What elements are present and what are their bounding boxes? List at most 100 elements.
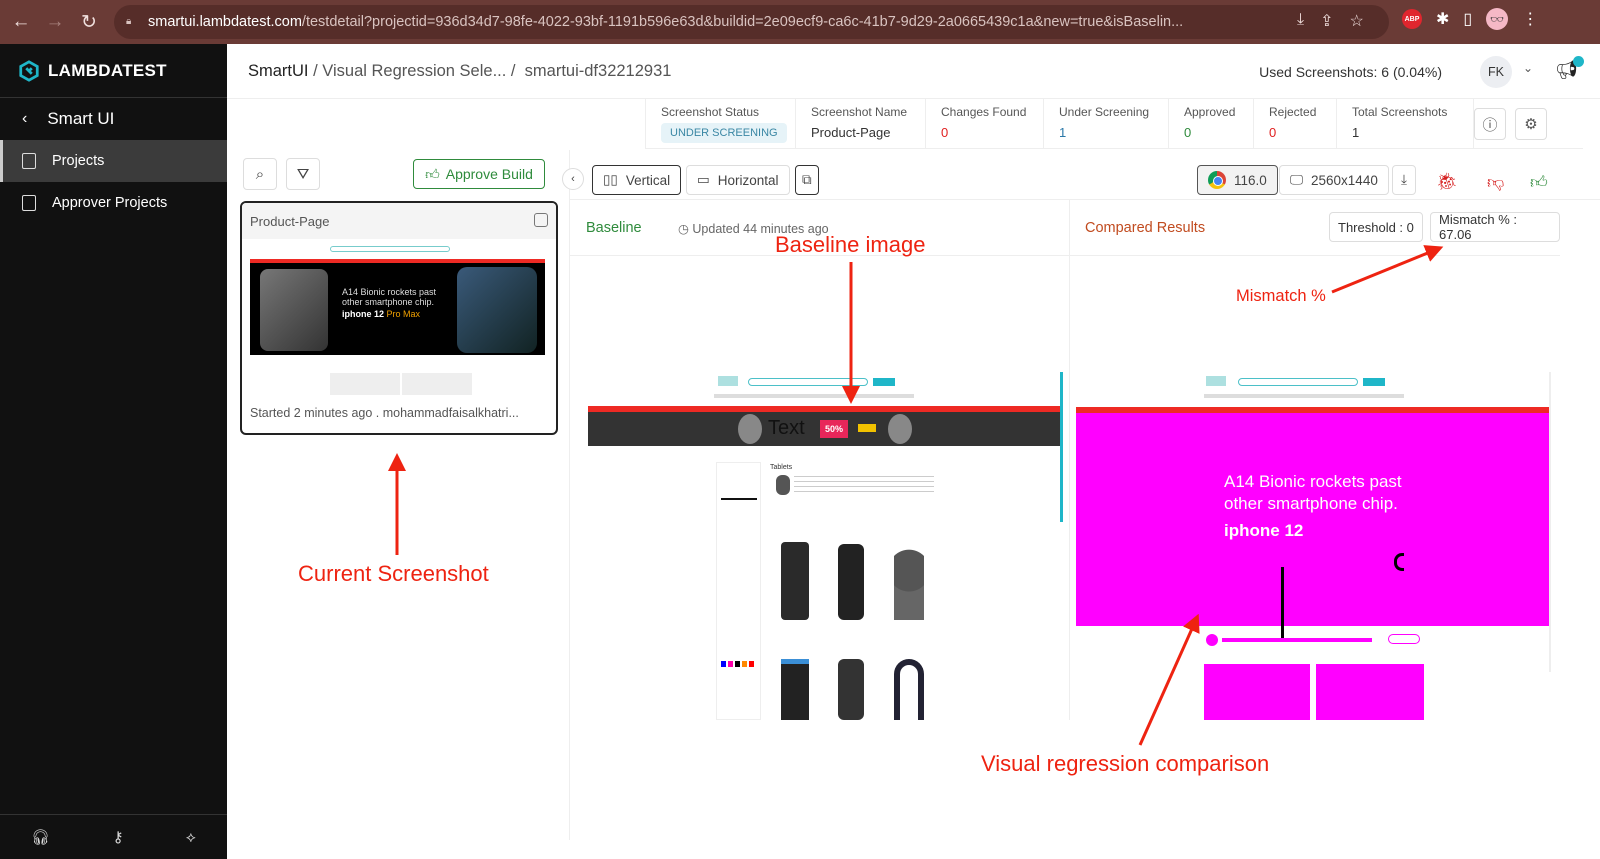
mock-description — [794, 476, 934, 496]
baseline-scrollbar[interactable] — [1060, 372, 1063, 522]
extensions-puzzle-icon[interactable]: ✱ — [1436, 9, 1449, 29]
mock-product-shaver — [781, 659, 809, 720]
screenshot-stats: Screenshot Status UNDER SCREENING Screen… — [645, 99, 1583, 149]
brand-logo[interactable]: LAMBDATEST — [0, 44, 227, 98]
thumb-phone-left — [260, 269, 328, 351]
bookmark-star-icon[interactable]: ☆ — [1349, 11, 1363, 31]
thumb-search-bar — [330, 246, 450, 252]
mock-product-watch — [838, 659, 864, 720]
card-title: Product-Page — [242, 203, 556, 239]
headset-icon[interactable]: 🎧︎ — [31, 828, 50, 846]
lock-icon: 🔒︎ — [126, 16, 132, 27]
chevron-down-icon[interactable]: ⌄ — [1523, 61, 1533, 75]
collapse-panel-button[interactable]: ‹ — [562, 168, 584, 190]
stat-label: Screenshot Name — [811, 105, 908, 119]
layout-horizontal-button[interactable]: ▭ Horizontal — [686, 165, 790, 195]
breadcrumb-smartui[interactable]: SmartUI — [248, 62, 309, 80]
browser-version: 116.0 — [1234, 172, 1267, 188]
thumb-phone-right — [457, 267, 537, 353]
diff-headline: A14 Bionic rockets past other smartphone… — [1224, 471, 1402, 515]
banner-text: Text — [768, 417, 805, 439]
adblock-icon[interactable]: ABP — [1402, 9, 1422, 29]
mock-search-btn — [1363, 378, 1385, 386]
approve-thumbs-up-icon[interactable]: 👍︎ — [1530, 172, 1548, 193]
layout-vertical-button[interactable]: ▯▯ Vertical — [592, 165, 682, 195]
info-icon: ⓘ — [1482, 116, 1498, 134]
threshold-pill[interactable]: Threshold : 0 — [1329, 212, 1423, 242]
compared-panel-header: Compared Results Threshold : 0 Mismatch … — [1069, 200, 1560, 256]
sidebar-icon[interactable]: ▯ — [1463, 9, 1472, 29]
resolution-value: 2560x1440 — [1311, 172, 1378, 188]
annotation-visual-regression: Visual regression comparison — [981, 751, 1270, 776]
install-icon[interactable]: ⤓ — [1297, 11, 1304, 31]
download-button[interactable]: ⤓ — [1392, 165, 1416, 195]
chrome-icon — [1208, 171, 1226, 189]
page-header: SmartUI / Visual Regression Sele... / sm… — [227, 44, 1600, 99]
copy-icon[interactable] — [534, 213, 548, 227]
screenshot-card[interactable]: Product-Page A14 Bionic rockets past oth… — [240, 201, 558, 435]
diff-highlight-hero: A14 Bionic rockets past other smartphone… — [1076, 413, 1550, 639]
mock-search — [748, 378, 868, 386]
search-button[interactable]: ⌕ — [243, 158, 277, 190]
breadcrumb-project[interactable]: Visual Regression Sele... — [322, 62, 506, 80]
diff-product: iphone 12 — [1224, 521, 1304, 540]
mock-logo — [1206, 376, 1226, 386]
annotation-baseline-image: Baseline image — [775, 232, 926, 257]
back-to-smart-ui[interactable]: ‹ Smart UI — [0, 98, 227, 140]
stat-value: 1 — [1059, 125, 1067, 140]
horizontal-label: Horizontal — [717, 172, 779, 188]
thumb-line: other smartphone chip. — [342, 297, 435, 307]
thumbs-up-icon: 👍︎ — [425, 165, 440, 182]
stat-under-screening: Under Screening 1 — [1043, 99, 1168, 148]
profile-avatar[interactable]: 👓︎ — [1486, 8, 1509, 30]
share-icon[interactable]: ⇪ — [1320, 11, 1333, 31]
search-icon: ⌕ — [255, 165, 265, 183]
stat-changes-found: Changes Found 0 — [925, 99, 1043, 148]
report-bug-icon[interactable]: 🐞︎ — [1436, 172, 1458, 192]
compared-scrollbar[interactable] — [1549, 372, 1551, 672]
key-icon[interactable]: ⚷ — [113, 828, 124, 846]
banner-offer: 50% — [820, 420, 848, 438]
overlay-toggle-button[interactable]: ⧉ — [795, 165, 819, 195]
overlay-icon: ⧉ — [802, 172, 812, 187]
banner-model-right — [888, 414, 912, 444]
mock-product-lens — [838, 544, 864, 620]
integration-icon[interactable]: ⟡ — [186, 829, 196, 846]
filter-button[interactable]: ⛛ — [286, 158, 320, 190]
forward-arrow-icon[interactable]: → — [38, 5, 72, 39]
sidebar-item-projects[interactable]: Projects — [0, 140, 227, 182]
clock-icon: ◷ — [678, 222, 689, 236]
stat-value: Product-Page — [811, 125, 891, 140]
diff-promo-1 — [1204, 664, 1310, 720]
reject-thumbs-down-icon[interactable]: 👎︎ — [1487, 172, 1504, 193]
address-bar[interactable]: 🔒︎ smartui.lambdatest.com/testdetail?pro… — [114, 5, 1389, 39]
diff-button — [1388, 634, 1420, 644]
kebab-menu-icon[interactable]: ⋮ — [1522, 9, 1538, 29]
mock-logo — [718, 376, 738, 386]
back-arrow-icon[interactable]: ← — [4, 5, 38, 39]
annotation-current-screenshot: Current Screenshot — [298, 561, 489, 586]
breadcrumb-build: smartui-df32212931 — [524, 61, 672, 80]
sidebar-item-label: Approver Projects — [52, 195, 168, 211]
user-avatar[interactable]: FK — [1480, 56, 1512, 88]
stat-value: 0 — [1269, 125, 1277, 140]
sidebar-item-label: Projects — [52, 153, 105, 169]
reload-icon[interactable]: ↻ — [72, 5, 106, 39]
section-title: Smart UI — [47, 109, 115, 128]
stat-value: 1 — [1352, 125, 1360, 140]
used-screenshots: Used Screenshots: 6 (0.04%) — [1259, 64, 1442, 80]
rows-icon: ▭ — [697, 172, 710, 187]
compare-toolbar: ‹ ▯▯ Vertical ▭ Horizontal ⧉ 116.0 🖵︎ 25… — [562, 150, 1600, 200]
stat-screenshot-status: Screenshot Status UNDER SCREENING — [645, 99, 795, 148]
approve-build-button[interactable]: 👍︎ Approve Build — [413, 159, 545, 189]
sidebar-item-approver-projects[interactable]: Approver Projects — [0, 182, 227, 224]
document-icon — [22, 195, 36, 211]
screenshot-thumbnail[interactable]: A14 Bionic rockets past other smartphone… — [250, 241, 545, 396]
settings-button[interactable]: ⚙ — [1515, 108, 1547, 140]
resolution-button[interactable]: 🖵︎ 2560x1440 — [1279, 165, 1389, 195]
mock-category-img — [776, 475, 790, 495]
mock-product-headphones — [894, 659, 924, 720]
info-button[interactable]: ⓘ — [1474, 108, 1506, 140]
browser-version-button[interactable]: 116.0 — [1197, 165, 1278, 195]
banner-cta — [858, 424, 876, 432]
